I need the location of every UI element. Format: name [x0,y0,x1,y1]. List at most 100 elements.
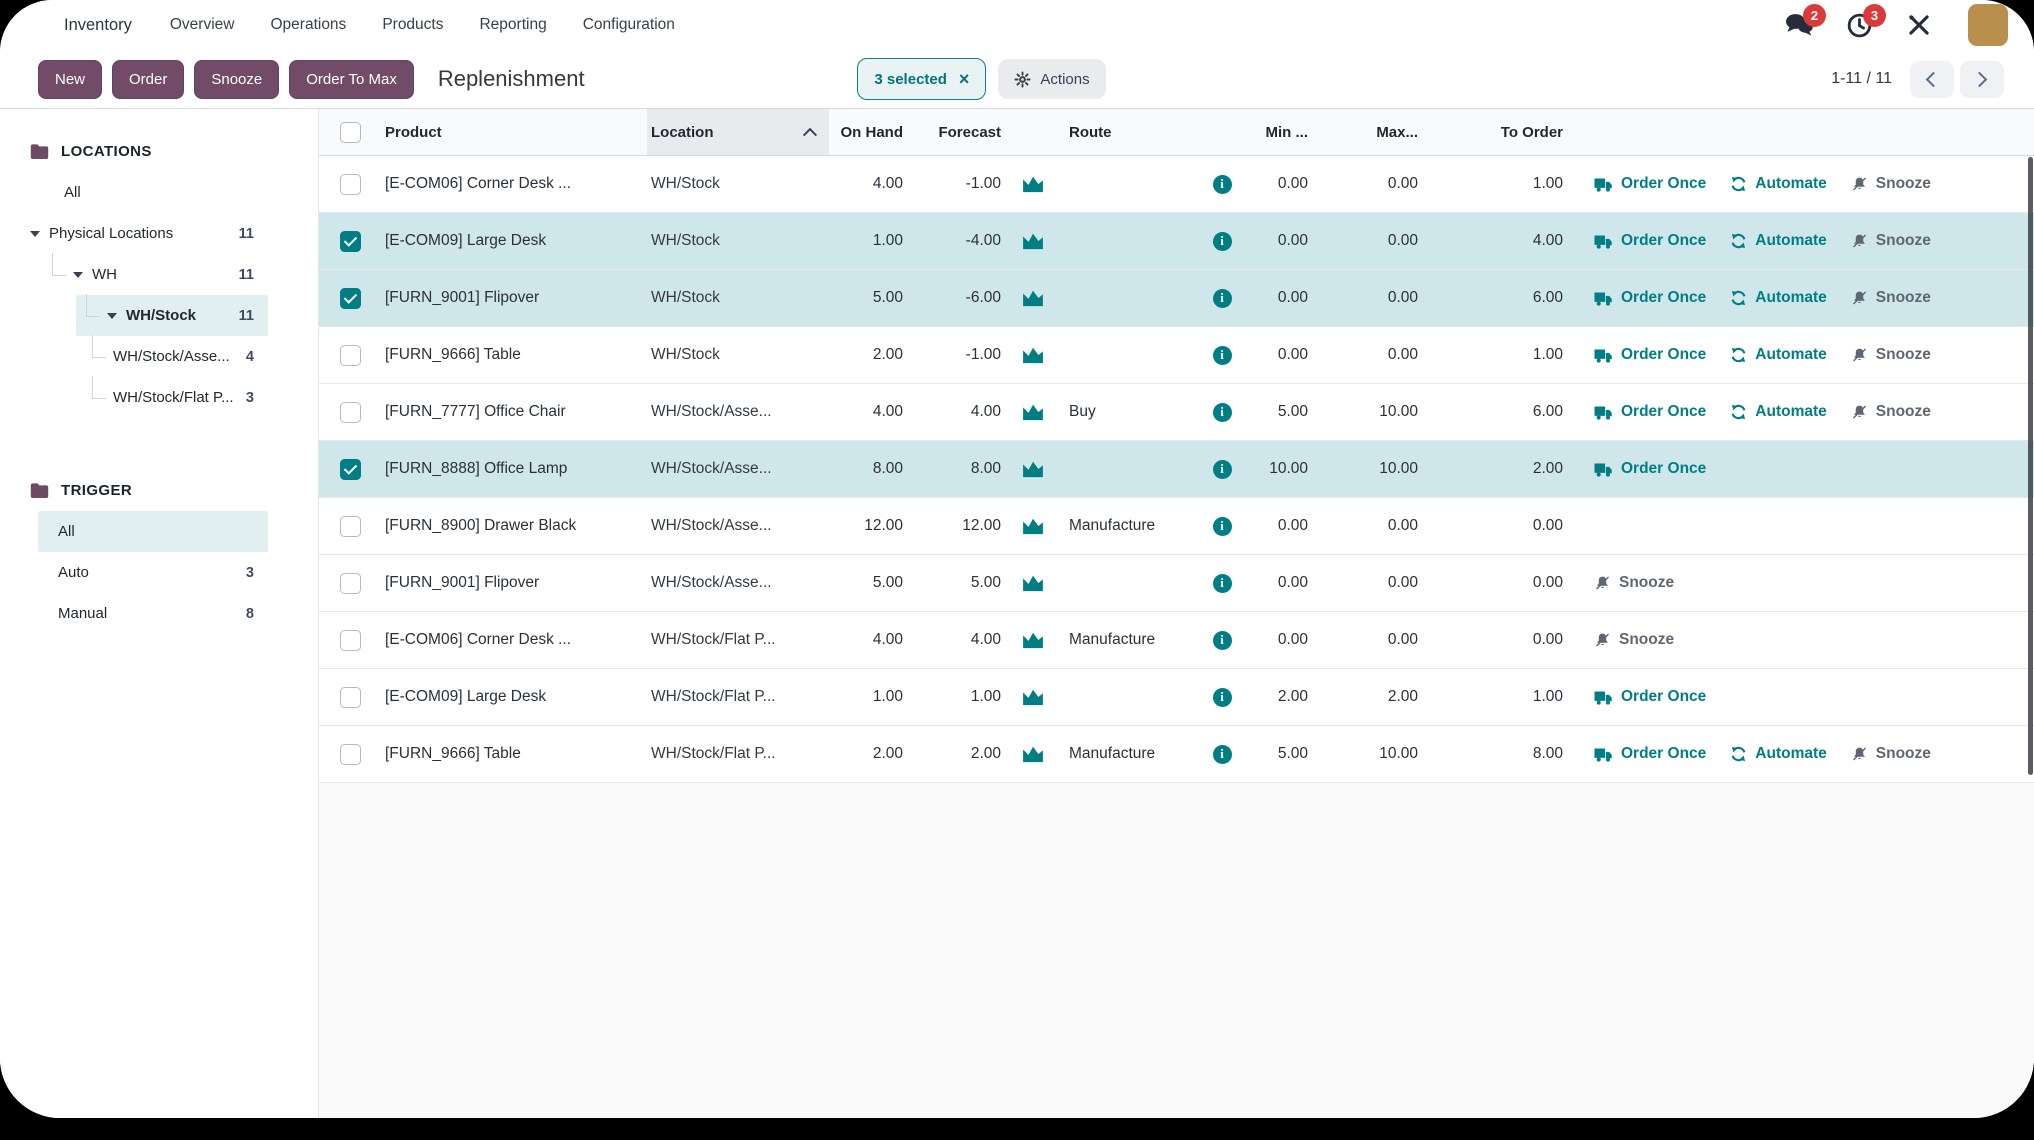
snooze-button[interactable]: Snooze [1851,745,1931,763]
automate-button[interactable]: Automate [1730,232,1826,250]
app-brand[interactable]: Inventory [64,16,132,35]
pager-previous-button[interactable] [1910,61,1954,98]
table-row[interactable]: [E-COM06] Corner Desk ...WH/Stock/Flat P… [319,612,2034,669]
snooze-button[interactable]: Snooze [1851,403,1931,421]
forecast-chart-button[interactable] [1004,574,1061,592]
info-icon[interactable]: i [1213,574,1232,593]
forecast-chart-button[interactable] [1004,175,1061,193]
row-checkbox[interactable] [340,687,361,708]
nav-item-products[interactable]: Products [382,16,443,33]
column-header-on-hand[interactable]: On Hand [829,109,906,155]
product-name[interactable]: [FURN_9666] Table [381,346,647,364]
column-header-to-order[interactable]: To Order [1421,109,1566,155]
trigger-item-all[interactable]: All [38,511,268,552]
select-all-checkbox[interactable] [340,122,361,143]
forecast-chart-button[interactable] [1004,517,1061,535]
nav-item-operations[interactable]: Operations [270,16,346,33]
forecast-chart-button[interactable] [1004,631,1061,649]
order-once-button[interactable]: Order Once [1594,175,1706,193]
column-header-location[interactable]: Location [647,109,829,155]
table-row[interactable]: [FURN_9001] FlipoverWH/Stock/Asse...5.00… [319,555,2034,612]
to-order-value[interactable]: 0.00 [1421,517,1566,535]
forecast-chart-button[interactable] [1004,460,1061,478]
new-button[interactable]: New [38,60,102,99]
debug-tools-button[interactable] [1904,12,1934,38]
row-checkbox[interactable] [340,174,361,195]
actions-button[interactable]: Actions [998,59,1105,99]
info-icon[interactable]: i [1213,346,1232,365]
forecast-chart-button[interactable] [1004,289,1061,307]
order-once-button[interactable]: Order Once [1594,232,1706,250]
info-icon[interactable]: i [1213,745,1232,764]
product-name[interactable]: [E-COM06] Corner Desk ... [381,175,647,193]
forecast-chart-button[interactable] [1004,403,1061,421]
info-icon[interactable]: i [1213,289,1232,308]
product-name[interactable]: [FURN_9666] Table [381,745,647,763]
location-item-all[interactable]: All [0,172,268,213]
info-icon[interactable]: i [1213,175,1232,194]
product-name[interactable]: [E-COM09] Large Desk [381,688,647,706]
order-once-button[interactable]: Order Once [1594,745,1706,763]
messages-button[interactable]: 2 [1784,12,1814,38]
forecast-chart-button[interactable] [1004,688,1061,706]
column-header-max[interactable]: Max... [1311,109,1421,155]
to-order-value[interactable]: 6.00 [1421,403,1566,421]
product-name[interactable]: [FURN_7777] Office Chair [381,403,647,421]
row-checkbox[interactable] [340,402,361,423]
selected-count-chip[interactable]: 3 selected × [857,58,986,100]
table-row[interactable]: [FURN_9666] TableWH/Stock2.00-1.00i0.000… [319,327,2034,384]
activities-button[interactable]: 3 [1844,12,1874,38]
caret-down-icon[interactable] [30,231,40,237]
table-row[interactable]: [FURN_9001] FlipoverWH/Stock5.00-6.00i0.… [319,270,2034,327]
to-order-value[interactable]: 6.00 [1421,289,1566,307]
automate-button[interactable]: Automate [1730,175,1826,193]
table-row[interactable]: [FURN_9666] TableWH/Stock/Flat P...2.002… [319,726,2034,783]
order-once-button[interactable]: Order Once [1594,460,1706,478]
location-item-wh-stock-asse[interactable]: WH/Stock/Asse...4 [76,336,268,377]
row-checkbox[interactable] [340,744,361,765]
order-button[interactable]: Order [112,60,184,99]
location-item-wh-stock-flat-p[interactable]: WH/Stock/Flat P...3 [76,377,268,418]
column-header-min[interactable]: Min ... [1247,109,1311,155]
caret-down-icon[interactable] [73,272,83,278]
snooze-button[interactable]: Snooze [1594,631,1674,649]
snooze-button[interactable]: Snooze [194,60,279,99]
product-name[interactable]: [E-COM09] Large Desk [381,232,647,250]
forecast-chart-button[interactable] [1004,745,1061,763]
location-item-wh-stock[interactable]: WH/Stock11 [76,295,268,336]
to-order-value[interactable]: 8.00 [1421,745,1566,763]
table-row[interactable]: [FURN_8900] Drawer BlackWH/Stock/Asse...… [319,498,2034,555]
snooze-button[interactable]: Snooze [1851,289,1931,307]
column-header-product[interactable]: Product [381,109,647,155]
automate-button[interactable]: Automate [1730,346,1826,364]
row-checkbox[interactable] [340,288,361,309]
scrollbar[interactable] [2028,157,2033,775]
row-checkbox[interactable] [340,345,361,366]
info-icon[interactable]: i [1213,517,1232,536]
product-name[interactable]: [FURN_8888] Office Lamp [381,460,647,478]
row-checkbox[interactable] [340,231,361,252]
order-once-button[interactable]: Order Once [1594,403,1706,421]
table-row[interactable]: [FURN_8888] Office LampWH/Stock/Asse...8… [319,441,2034,498]
automate-button[interactable]: Automate [1730,745,1826,763]
pager-next-button[interactable] [1960,61,2004,98]
row-checkbox[interactable] [340,573,361,594]
column-header-route[interactable]: Route [1061,109,1197,155]
row-checkbox[interactable] [340,459,361,480]
automate-button[interactable]: Automate [1730,289,1826,307]
snooze-button[interactable]: Snooze [1851,346,1931,364]
to-order-value[interactable]: 1.00 [1421,688,1566,706]
snooze-button[interactable]: Snooze [1594,574,1674,592]
snooze-button[interactable]: Snooze [1851,232,1931,250]
product-name[interactable]: [FURN_9001] Flipover [381,289,647,307]
table-row[interactable]: [E-COM09] Large DeskWH/Stock/Flat P...1.… [319,669,2034,726]
to-order-value[interactable]: 4.00 [1421,232,1566,250]
automate-button[interactable]: Automate [1730,403,1826,421]
product-name[interactable]: [FURN_8900] Drawer Black [381,517,647,535]
clear-selection-icon[interactable]: × [959,70,970,88]
trigger-item-auto[interactable]: Auto3 [38,552,268,593]
snooze-button[interactable]: Snooze [1851,175,1931,193]
location-item-wh[interactable]: WH11 [0,254,268,295]
product-name[interactable]: [FURN_9001] Flipover [381,574,647,592]
caret-down-icon[interactable] [107,313,117,319]
